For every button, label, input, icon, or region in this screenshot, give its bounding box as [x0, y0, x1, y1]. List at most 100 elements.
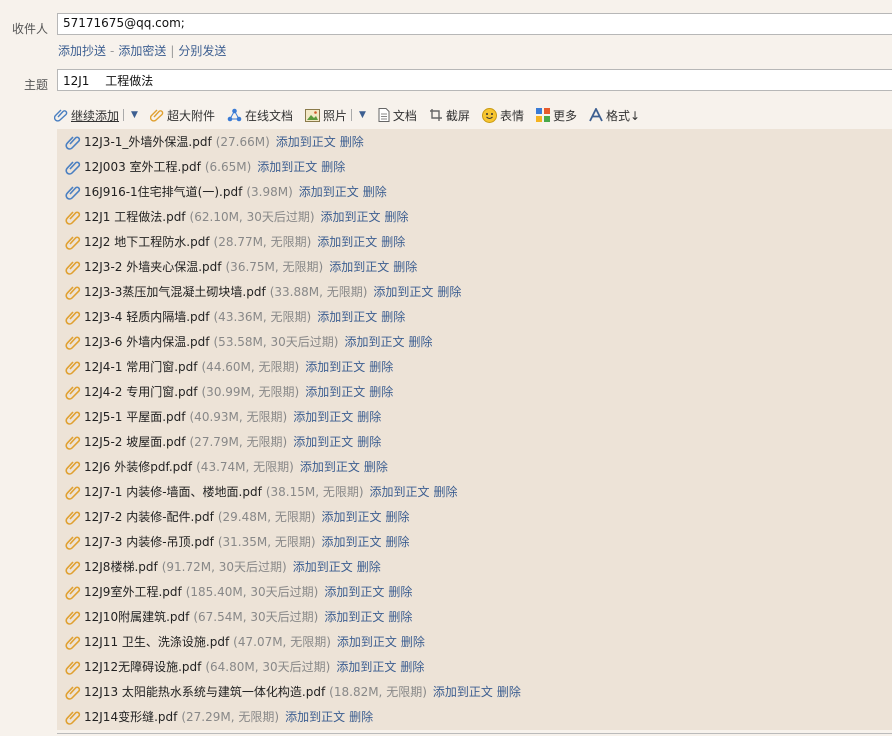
- attachment-meta: (29.48M, 无限期): [217, 510, 316, 524]
- delete-attachment-link[interactable]: 删除: [357, 408, 381, 425]
- format-button[interactable]: 格式↓: [589, 107, 640, 124]
- attachment-meta: (27.66M): [215, 134, 270, 149]
- attachment-name: 12J5-1 平屋面.pdf: [84, 410, 186, 424]
- chevron-down-icon[interactable]: ▼: [359, 110, 366, 120]
- attachment-row: 12J3-6 外墙内保温.pdf (53.58M, 30天后过期) 添加到正文 删除: [57, 329, 433, 354]
- delete-attachment-link[interactable]: 删除: [401, 633, 425, 650]
- delete-attachment-link[interactable]: 删除: [357, 433, 381, 450]
- add-to-body-link[interactable]: 添加到正文: [305, 383, 365, 400]
- delete-attachment-link[interactable]: 删除: [349, 708, 373, 725]
- attachment-meta: (91.72M, 30天后过期): [161, 560, 287, 574]
- doc-button[interactable]: 文档: [378, 107, 417, 124]
- add-to-body-link[interactable]: 添加到正文: [293, 558, 353, 575]
- delete-attachment-link[interactable]: 删除: [363, 183, 387, 200]
- photo-label: 照片: [322, 108, 347, 123]
- add-to-body-link[interactable]: 添加到正文: [293, 408, 353, 425]
- add-to-body-link[interactable]: 添加到正文: [324, 608, 384, 625]
- delete-attachment-link[interactable]: 删除: [364, 458, 388, 475]
- attachment-row: 12J3-1_外墙外保温.pdf (27.66M) 添加到正文 删除: [57, 129, 364, 154]
- add-to-body-link[interactable]: 添加到正文: [322, 533, 382, 550]
- emoji-label: 表情: [499, 108, 524, 123]
- delete-attachment-link[interactable]: 删除: [388, 583, 412, 600]
- emoji-button[interactable]: 表情: [481, 107, 524, 124]
- add-to-body-link[interactable]: 添加到正文: [329, 258, 389, 275]
- attachment-name: 12J3-6 外墙内保温.pdf: [84, 335, 210, 349]
- add-to-body-link[interactable]: 添加到正文: [321, 208, 381, 225]
- attachment-name: 12J8楼梯.pdf: [84, 560, 158, 574]
- paperclip-icon: [65, 560, 81, 575]
- attachment-row: 12J3-2 外墙夹心保温.pdf (36.75M, 无限期) 添加到正文 删除: [57, 254, 417, 279]
- add-to-body-link[interactable]: 添加到正文: [300, 458, 360, 475]
- delete-attachment-link[interactable]: 删除: [321, 158, 345, 175]
- continue-add-button[interactable]: 继续添加 ▼: [54, 107, 138, 124]
- attachment-meta: (43.36M, 无限期): [213, 310, 312, 324]
- paperclip-icon: [65, 285, 81, 300]
- add-to-body-link[interactable]: 添加到正文: [276, 133, 336, 150]
- attachment-name: 12J7-2 内装修-配件.pdf: [84, 510, 214, 524]
- paperclip-icon: [149, 109, 164, 122]
- attachment-row: 12J11 卫生、洗涤设施.pdf (47.07M, 无限期) 添加到正文 删除: [57, 629, 425, 654]
- delete-attachment-link[interactable]: 删除: [434, 483, 458, 500]
- add-to-body-link[interactable]: 添加到正文: [322, 508, 382, 525]
- attachment-row: 12J14变形缝.pdf (27.29M, 无限期) 添加到正文 删除: [57, 704, 373, 729]
- delete-attachment-link[interactable]: 删除: [340, 133, 364, 150]
- screenshot-button[interactable]: 截屏: [429, 107, 470, 124]
- add-cc-link[interactable]: 添加抄送: [58, 44, 106, 58]
- delete-attachment-link[interactable]: 删除: [381, 308, 405, 325]
- paperclip-icon: [65, 385, 81, 400]
- delete-attachment-link[interactable]: 删除: [409, 333, 433, 350]
- attachment-row: 12J7-2 内装修-配件.pdf (29.48M, 无限期) 添加到正文 删除: [57, 504, 410, 529]
- attachment-name: 12J12无障碍设施.pdf: [84, 660, 202, 674]
- add-to-body-link[interactable]: 添加到正文: [285, 708, 345, 725]
- to-label: 收件人: [11, 22, 48, 36]
- add-to-body-link[interactable]: 添加到正文: [433, 683, 493, 700]
- separate-send-link[interactable]: 分别发送: [178, 44, 226, 58]
- attachment-name: 12J13 太阳能热水系统与建筑一体化构造.pdf: [84, 685, 326, 699]
- attachment-list: 12J3-1_外墙外保温.pdf (27.66M) 添加到正文 删除 12J003 室外…: [57, 129, 892, 730]
- add-to-body-link[interactable]: 添加到正文: [336, 658, 396, 675]
- to-field[interactable]: 57171675@qq.com;: [57, 13, 892, 35]
- delete-attachment-link[interactable]: 删除: [437, 283, 461, 300]
- add-to-body-link[interactable]: 添加到正文: [257, 158, 317, 175]
- add-to-body-link[interactable]: 添加到正文: [337, 633, 397, 650]
- format-label: 格式↓: [605, 108, 641, 123]
- attachment-row: 12J4-1 常用门窗.pdf (44.60M, 无限期) 添加到正文 删除: [57, 354, 393, 379]
- delete-attachment-link[interactable]: 删除: [357, 558, 381, 575]
- add-to-body-link[interactable]: 添加到正文: [370, 483, 430, 500]
- attachment-row: 12J12无障碍设施.pdf (64.80M, 30天后过期) 添加到正文 删除: [57, 654, 424, 679]
- large-attachment-button[interactable]: 超大附件: [149, 107, 215, 124]
- compose-toolbar: 继续添加 ▼ 超大附件 在线文档 照片 ▼ 文档 截屏 表情 更多 格式↓: [54, 104, 892, 126]
- photo-button[interactable]: 照片 ▼: [304, 107, 366, 124]
- add-to-body-link[interactable]: 添加到正文: [317, 233, 377, 250]
- add-bcc-link[interactable]: 添加密送: [118, 44, 166, 58]
- delete-attachment-link[interactable]: 删除: [369, 358, 393, 375]
- attachment-meta: (18.82M, 无限期): [329, 685, 427, 699]
- add-to-body-link[interactable]: 添加到正文: [305, 358, 365, 375]
- add-to-body-link[interactable]: 添加到正文: [324, 583, 384, 600]
- toolbar-divider: [350, 109, 352, 121]
- more-button[interactable]: 更多: [535, 107, 577, 124]
- delete-attachment-link[interactable]: 删除: [369, 383, 393, 400]
- paperclip-icon: [65, 435, 81, 450]
- document-icon: [378, 108, 390, 122]
- delete-attachment-link[interactable]: 删除: [497, 683, 521, 700]
- paperclip-icon: [65, 185, 81, 200]
- add-to-body-link[interactable]: 添加到正文: [344, 333, 404, 350]
- online-doc-button[interactable]: 在线文档: [227, 107, 293, 124]
- delete-attachment-link[interactable]: 删除: [381, 233, 405, 250]
- chevron-down-icon[interactable]: ▼: [131, 110, 138, 120]
- delete-attachment-link[interactable]: 删除: [388, 608, 412, 625]
- add-to-body-link[interactable]: 添加到正文: [373, 283, 433, 300]
- subject-field[interactable]: 12J1 工程做法: [57, 69, 892, 91]
- delete-attachment-link[interactable]: 删除: [386, 533, 410, 550]
- delete-attachment-link[interactable]: 删除: [386, 508, 410, 525]
- delete-attachment-link[interactable]: 删除: [393, 258, 417, 275]
- add-to-body-link[interactable]: 添加到正文: [299, 183, 359, 200]
- delete-attachment-link[interactable]: 删除: [385, 208, 409, 225]
- add-to-body-link[interactable]: 添加到正文: [293, 433, 353, 450]
- add-to-body-link[interactable]: 添加到正文: [317, 308, 377, 325]
- screenshot-label: 截屏: [445, 108, 470, 123]
- delete-attachment-link[interactable]: 删除: [400, 658, 424, 675]
- paperclip-icon: [65, 460, 81, 475]
- attachment-meta: (67.54M, 30天后过期): [193, 610, 319, 624]
